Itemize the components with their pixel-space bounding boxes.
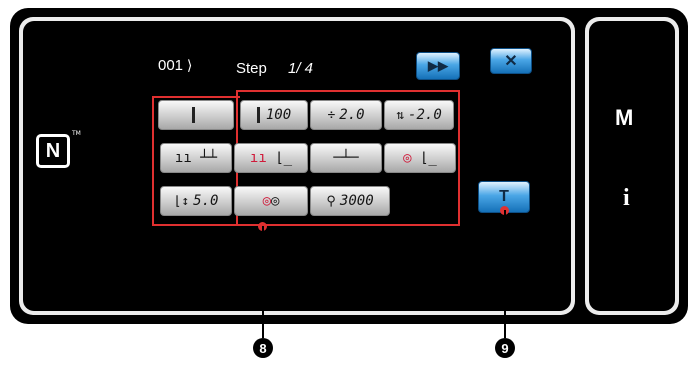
program-arrow-icon: ⟩ [183, 57, 193, 73]
presser-height-icon: ⌊↕ [173, 193, 190, 209]
callout-leader-8 [262, 226, 264, 338]
thread-trim-presser-button[interactable]: ıı ⌊̲ [234, 143, 308, 173]
stitch-type-button[interactable] [158, 100, 234, 130]
side-keypad [585, 17, 679, 315]
thread-trim-icon: ıı [249, 150, 267, 166]
fast-forward-icon: ▶▶ [428, 58, 448, 73]
next-step-button[interactable]: ▶▶ [416, 52, 460, 80]
stitch-count-button[interactable]: 100 [240, 100, 308, 130]
offset-arrow-icon: ⇅ [396, 107, 405, 123]
thread-clamp-icon: ◎ [403, 150, 412, 166]
close-icon: ✕ [504, 53, 518, 70]
presser-height-button[interactable]: ⌊↕ 5.0 [160, 186, 232, 216]
stitch-length-icon: ÷ [327, 107, 336, 123]
thread-tension-button[interactable]: ◎ ◎ [234, 186, 308, 216]
pause-needle-icon: ıı ┴┴ [174, 150, 218, 166]
callout-leader-9 [504, 210, 506, 338]
presser-lift-button[interactable]: ◎ ⌊̲ [384, 143, 456, 173]
stitch-length-button[interactable]: ÷ 2.0 [310, 100, 382, 130]
program-number: 001 ⟩ [158, 57, 193, 74]
needle-icon [256, 107, 260, 123]
m-key[interactable]: M [615, 105, 633, 131]
presser-foot-icon: ⌊̲ [275, 150, 293, 166]
needle-icon [191, 107, 195, 123]
needle-position-icon: ─┴─ [333, 150, 359, 166]
presser-foot-icon: ⌊̲ [420, 150, 437, 166]
needle-stop-button[interactable]: ─┴─ [310, 143, 382, 173]
tension-disc-icon: ◎ [271, 193, 280, 209]
info-key[interactable]: i [623, 185, 630, 212]
nfc-icon: N [36, 134, 70, 168]
needle-offset-button[interactable]: ⇅ -2.0 [384, 100, 454, 130]
callout-8: 8 [253, 338, 273, 358]
step-value: 1/ 4 [288, 60, 314, 77]
speed-icon: ⚲ [326, 193, 336, 209]
close-button[interactable]: ✕ [490, 48, 532, 74]
callout-9: 9 [495, 338, 515, 358]
nfc-trademark: TM [72, 130, 81, 137]
side-keypad-area [589, 21, 675, 311]
pause-stitch-button[interactable]: ıı ┴┴ [160, 143, 232, 173]
step-label: Step [236, 60, 267, 77]
tension-clamp-icon: ◎ [262, 193, 271, 209]
sewing-speed-button[interactable]: ⚲ 3000 [310, 186, 390, 216]
